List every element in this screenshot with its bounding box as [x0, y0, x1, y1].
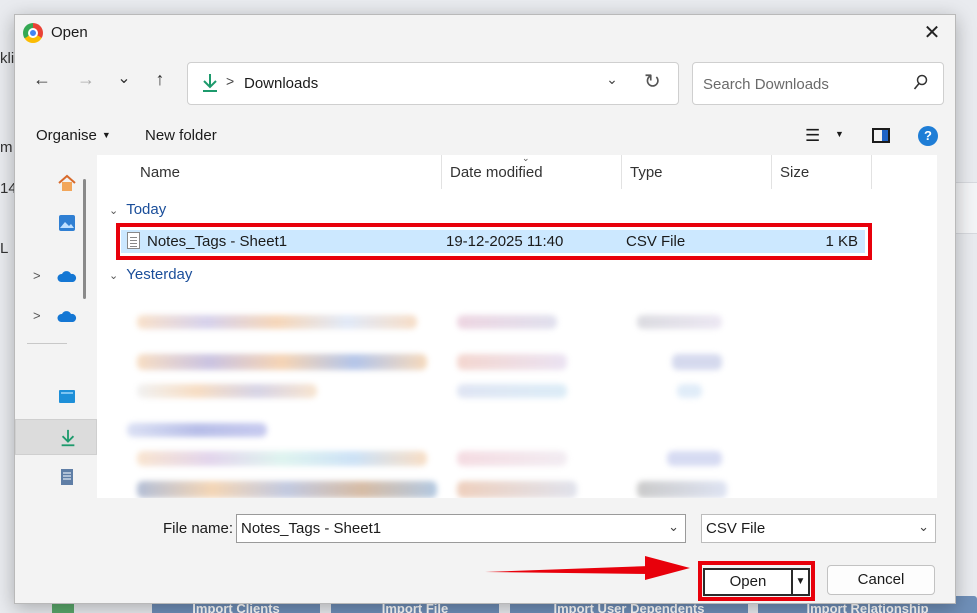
obscured-file-row	[137, 315, 417, 329]
open-file-dialog: Open ✕ ← → ⌄ ↑ > Downloads ⌄ ↻ Search Do…	[14, 14, 956, 604]
up-button[interactable]: ↑	[145, 64, 175, 94]
obscured-file-row	[137, 451, 427, 466]
chevron-right-icon[interactable]: >	[33, 308, 41, 323]
obscured-file-row	[677, 384, 702, 398]
download-arrow-icon	[61, 429, 75, 447]
chevron-down-icon[interactable]: ⌄	[918, 519, 929, 535]
csv-file-icon	[127, 232, 140, 249]
recent-locations-button[interactable]: ⌄	[109, 64, 139, 94]
obscured-file-row	[637, 315, 722, 329]
file-row[interactable]: Notes_Tags - Sheet1 19-12-2025 11:40 CSV…	[121, 230, 865, 253]
group-header-today[interactable]: ⌄ Today	[109, 201, 166, 218]
organise-menu[interactable]: Organise ▼	[36, 127, 111, 144]
desktop-icon	[59, 390, 75, 403]
group-header-yesterday[interactable]: ⌄ Yesterday	[109, 266, 192, 283]
breadcrumb-separator: >	[226, 73, 235, 89]
open-options-dropdown[interactable]: ▼	[792, 568, 810, 596]
obscured-file-row	[137, 481, 437, 498]
red-arrow-annotation	[485, 556, 690, 580]
title-bar: Open ✕	[15, 15, 955, 51]
forward-button[interactable]: →	[71, 64, 101, 94]
group-label: Yesterday	[126, 266, 193, 283]
cloud-icon	[57, 311, 77, 322]
open-button[interactable]: Open	[703, 568, 793, 596]
caret-down-icon[interactable]: ▼	[835, 129, 844, 139]
search-placeholder: Search Downloads	[703, 76, 829, 93]
chevron-down-icon: ⌄	[109, 270, 119, 282]
file-name-label: File name:	[163, 520, 234, 537]
sidebar-item-documents[interactable]	[15, 459, 97, 495]
command-toolbar: Organise ▼ New folder ☰ ▼ ?	[15, 115, 955, 155]
close-button[interactable]: ✕	[919, 20, 945, 46]
search-input[interactable]: Search Downloads	[692, 62, 944, 105]
sidebar-scrollbar[interactable]	[83, 179, 86, 299]
caret-down-icon: ▼	[101, 130, 111, 140]
sidebar-divider	[27, 343, 67, 344]
view-options-icon[interactable]: ☰	[805, 126, 820, 146]
file-type-select[interactable]: CSV File ⌄	[701, 514, 936, 543]
navigation-pane: > >	[15, 155, 97, 498]
dialog-title: Open	[51, 24, 88, 41]
gallery-icon	[59, 215, 75, 231]
document-icon	[61, 469, 73, 485]
column-header-date[interactable]: Date modified	[441, 155, 621, 189]
obscured-file-row	[137, 354, 427, 370]
column-header-type[interactable]: Type	[621, 155, 771, 189]
obscured-file-row	[457, 451, 567, 466]
obscured-file-row	[672, 354, 722, 370]
sidebar-item-desktop[interactable]	[15, 379, 97, 415]
file-type-value: CSV File	[706, 520, 766, 537]
cancel-button[interactable]: Cancel	[827, 565, 935, 595]
sidebar-item-onedrive-2[interactable]: >	[15, 299, 97, 335]
group-label: Today	[126, 201, 167, 218]
obscured-file-row	[637, 481, 727, 498]
preview-pane-icon[interactable]	[872, 128, 890, 143]
obscured-group-header	[127, 423, 267, 437]
new-folder-button[interactable]: New folder	[145, 127, 217, 144]
obscured-file-row	[137, 384, 317, 398]
organise-label: Organise	[36, 127, 97, 144]
chevron-down-icon: ⌄	[109, 205, 119, 217]
file-name: Notes_Tags - Sheet1	[147, 233, 288, 250]
sidebar-item-downloads[interactable]	[15, 419, 97, 455]
chevron-right-icon[interactable]: >	[33, 268, 41, 283]
background-text-fragment: m	[0, 139, 13, 156]
obscured-file-row	[457, 384, 567, 398]
column-header-size[interactable]: Size	[771, 155, 871, 189]
breadcrumb-downloads[interactable]: Downloads	[244, 75, 318, 92]
obscured-file-row	[457, 315, 557, 329]
file-name-value: Notes_Tags - Sheet1	[241, 520, 382, 537]
obscured-file-row	[457, 481, 577, 498]
obscured-file-row	[457, 354, 567, 370]
file-list: Name ⌄ Date modified Type Size ⌄ Today No…	[97, 155, 937, 498]
column-header-name[interactable]: Name	[131, 155, 441, 189]
background-text-fragment: L	[0, 240, 9, 257]
background-text-fragment: kli	[0, 50, 15, 67]
navigation-bar: ← → ⌄ ↑ > Downloads ⌄ ↻ Search Downloads	[15, 51, 955, 111]
column-divider[interactable]	[871, 155, 872, 189]
file-size: 1 KB	[825, 233, 858, 250]
chevron-down-icon[interactable]: ⌄	[668, 519, 679, 535]
file-date-modified: 19-12-2025 11:40	[446, 233, 564, 250]
search-icon	[913, 74, 928, 90]
back-button[interactable]: ←	[27, 64, 57, 94]
refresh-button[interactable]: ↻	[644, 69, 661, 94]
help-icon[interactable]: ?	[918, 126, 938, 146]
file-name-input[interactable]: Notes_Tags - Sheet1 ⌄	[236, 514, 686, 543]
address-history-dropdown[interactable]: ⌄	[602, 71, 622, 88]
cloud-icon	[57, 271, 77, 282]
address-bar[interactable]: > Downloads ⌄ ↻	[187, 62, 679, 105]
download-arrow-icon	[203, 74, 217, 92]
obscured-file-row	[667, 451, 722, 466]
chrome-icon	[23, 23, 43, 43]
file-type: CSV File	[626, 233, 686, 250]
home-icon	[58, 174, 76, 191]
